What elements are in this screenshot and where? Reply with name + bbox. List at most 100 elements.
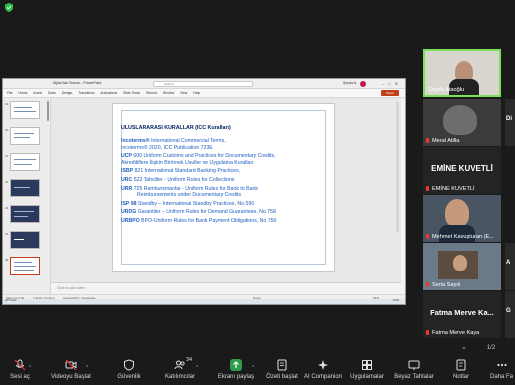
chevron-down-icon[interactable]: ⌄ xyxy=(461,344,467,351)
avatar[interactable] xyxy=(360,81,366,87)
participant-name: Meral Atilla xyxy=(432,138,460,144)
muted-mic-icon xyxy=(426,282,429,287)
search-box[interactable]: Search xyxy=(153,81,253,87)
slide-rules-list: Incoterms® International Commercial Term… xyxy=(121,138,321,227)
participant-tile[interactable]: Fatma Merve Ka... Fatma Merve Kaya xyxy=(423,291,501,338)
share-screen-icon xyxy=(230,359,242,371)
list-item: URDG Garantiler – Uniform Rules for Dema… xyxy=(121,209,276,216)
participant-tile[interactable]: EMİNE KUVETLİ EMİNE KUVETLİ xyxy=(423,147,501,194)
participant-name: Şeyda Ataoğlu xyxy=(428,87,465,93)
participant-tile[interactable]: Seria Sayılı xyxy=(423,243,501,290)
tab-draw[interactable]: Draw xyxy=(48,91,56,95)
slide-thumbnail[interactable] xyxy=(10,179,40,197)
quick-access-toolbar[interactable] xyxy=(6,81,46,94)
slide-scrollbar[interactable] xyxy=(396,102,399,232)
ai-companion-button[interactable]: AI Companion xyxy=(302,359,344,385)
security-button[interactable]: Güvenlik xyxy=(112,359,146,385)
tab-animations[interactable]: Animations xyxy=(100,91,117,95)
tab-slideshow[interactable]: Slide Show xyxy=(123,91,140,95)
windows-taskbar: 20°C Açık 13:52 xyxy=(3,299,405,304)
participant-name: Seria Sayılı xyxy=(432,282,461,288)
slide-thumbnail[interactable] xyxy=(10,101,40,119)
muted-mic-icon xyxy=(426,138,429,143)
list-item: URC 522 Tahsiller - Uniform Rules for Co… xyxy=(121,176,235,183)
tab-transitions[interactable]: Transitions xyxy=(78,91,94,95)
notes-pane[interactable]: Click to add notes xyxy=(51,282,401,294)
notes-icon xyxy=(456,359,466,371)
window-controls[interactable]: –□✕ xyxy=(382,81,402,86)
zoom-meeting-window: Dijital Akıl Sunum - PowerPoint Search Ş… xyxy=(0,0,515,385)
tab-home[interactable]: Home xyxy=(18,91,27,95)
participant-tile[interactable]: Meral Atilla xyxy=(423,99,501,146)
slide-canvas: ULUSLARARASI KURALLAR (ICC Kuralları) In… xyxy=(51,98,401,294)
share-screen-button[interactable]: Ekranı paylaş ^ xyxy=(214,359,258,385)
ribbon-tabs: File Home Insert Draw Design Transitions… xyxy=(7,91,205,95)
muted-mic-icon xyxy=(426,234,429,239)
more-icon xyxy=(496,363,507,367)
participant-tile[interactable]: Mehmet Kavuşturan (E... xyxy=(423,195,501,242)
participant-display-name: EMİNE KUVETLİ xyxy=(431,164,493,173)
participant-tile-partial[interactable]: G xyxy=(505,291,515,338)
whiteboards-button[interactable]: Beyaz Tahtalar xyxy=(390,359,438,385)
clock: 13:52 xyxy=(392,299,400,302)
current-slide[interactable]: ULUSLARARASI KURALLAR (ICC Kuralları) In… xyxy=(113,104,334,271)
list-item: Incoterms® International Commercial Term… xyxy=(121,138,226,151)
ribbon: File Home Insert Draw Design Transitions… xyxy=(3,89,405,98)
taskbar-icons[interactable] xyxy=(143,300,203,304)
share-button[interactable]: Share xyxy=(381,90,399,96)
participant-tile-partial[interactable]: Di xyxy=(505,99,515,146)
tab-insert[interactable]: Insert xyxy=(33,91,41,95)
slide-thumbnails: 19 20 21 22 23 24 25 xyxy=(3,98,51,294)
thumbnail-scrollbar[interactable] xyxy=(47,101,49,121)
security-shield-icon xyxy=(5,3,13,12)
participant-name: Fatma Merve Kaya xyxy=(432,330,480,336)
apps-icon xyxy=(362,360,372,370)
participant-tile-speaking[interactable]: Şeyda Ataoğlu xyxy=(423,49,501,97)
summary-icon xyxy=(277,359,287,371)
start-video-button[interactable]: Videoyu Başlat ^ xyxy=(46,359,96,385)
video-off-icon xyxy=(65,359,77,371)
list-item: ISBP 821 International Standard Banking … xyxy=(121,168,241,175)
tab-view[interactable]: View xyxy=(180,91,187,95)
notes-button[interactable]: Notlar xyxy=(446,359,476,385)
list-item: URR 725 Rambursmanlar - Uniform Rules fo… xyxy=(121,185,258,199)
slide-thumbnail[interactable] xyxy=(10,153,40,171)
gallery-page-indicator[interactable]: ⌄ 1/2 xyxy=(461,343,495,351)
slide-title: ULUSLARARASI KURALLAR (ICC Kuralları) xyxy=(121,125,231,131)
meeting-toolbar: Sesi aç ^ Videoyu Başlat ^ Güvenlik 34 K… xyxy=(0,357,515,385)
unmute-button[interactable]: Sesi aç ^ xyxy=(5,359,35,385)
list-item: ISP 98 Standby – International Standby P… xyxy=(121,200,255,207)
participant-count: 34 xyxy=(186,357,193,363)
tab-file[interactable]: File xyxy=(7,91,12,95)
list-item: UCP 600 Uniform Customs and Practices fo… xyxy=(121,153,276,166)
microphone-muted-icon xyxy=(14,359,26,371)
slide-thumbnail[interactable] xyxy=(10,205,40,223)
participant-display-name: Fatma Merve Ka... xyxy=(430,308,494,317)
more-button[interactable]: Daha Fa xyxy=(488,359,515,385)
shared-screen: Dijital Akıl Sunum - PowerPoint Search Ş… xyxy=(2,78,406,305)
apps-button[interactable]: Uygulamalar xyxy=(346,359,388,385)
tab-review[interactable]: Review xyxy=(163,91,174,95)
start-summary-button[interactable]: Özeti başlat xyxy=(262,359,302,385)
weather-widget[interactable]: 20°C Açık xyxy=(5,299,16,302)
list-item: URBPO BPO-Uniform Rules for Bank Payment… xyxy=(121,217,277,224)
slide-thumbnail[interactable] xyxy=(10,127,40,145)
powerpoint-titlebar: Dijital Akıl Sunum - PowerPoint Search Ş… xyxy=(3,79,405,94)
participants-button[interactable]: 34 Katılımcılar ^ xyxy=(160,357,200,385)
participant-name: EMİNE KUVETLİ xyxy=(432,186,475,192)
shield-icon xyxy=(124,359,134,371)
participant-tile-partial[interactable]: A xyxy=(505,243,515,290)
tab-record[interactable]: Record xyxy=(146,91,157,95)
slide-thumbnail[interactable] xyxy=(10,231,40,249)
slide-thumbnail-selected[interactable] xyxy=(10,257,40,275)
tab-help[interactable]: Help xyxy=(193,91,200,95)
window-title: Dijital Akıl Sunum - PowerPoint xyxy=(53,81,102,85)
muted-mic-icon xyxy=(426,186,429,191)
ai-companion-icon xyxy=(318,360,328,370)
muted-mic-icon xyxy=(426,330,429,335)
participants-icon xyxy=(174,360,185,370)
user-name: Şeyda A. xyxy=(343,81,358,85)
tab-design[interactable]: Design xyxy=(62,91,73,95)
whiteboard-icon xyxy=(408,360,420,370)
participant-name: Mehmet Kavuşturan (E... xyxy=(432,234,494,240)
